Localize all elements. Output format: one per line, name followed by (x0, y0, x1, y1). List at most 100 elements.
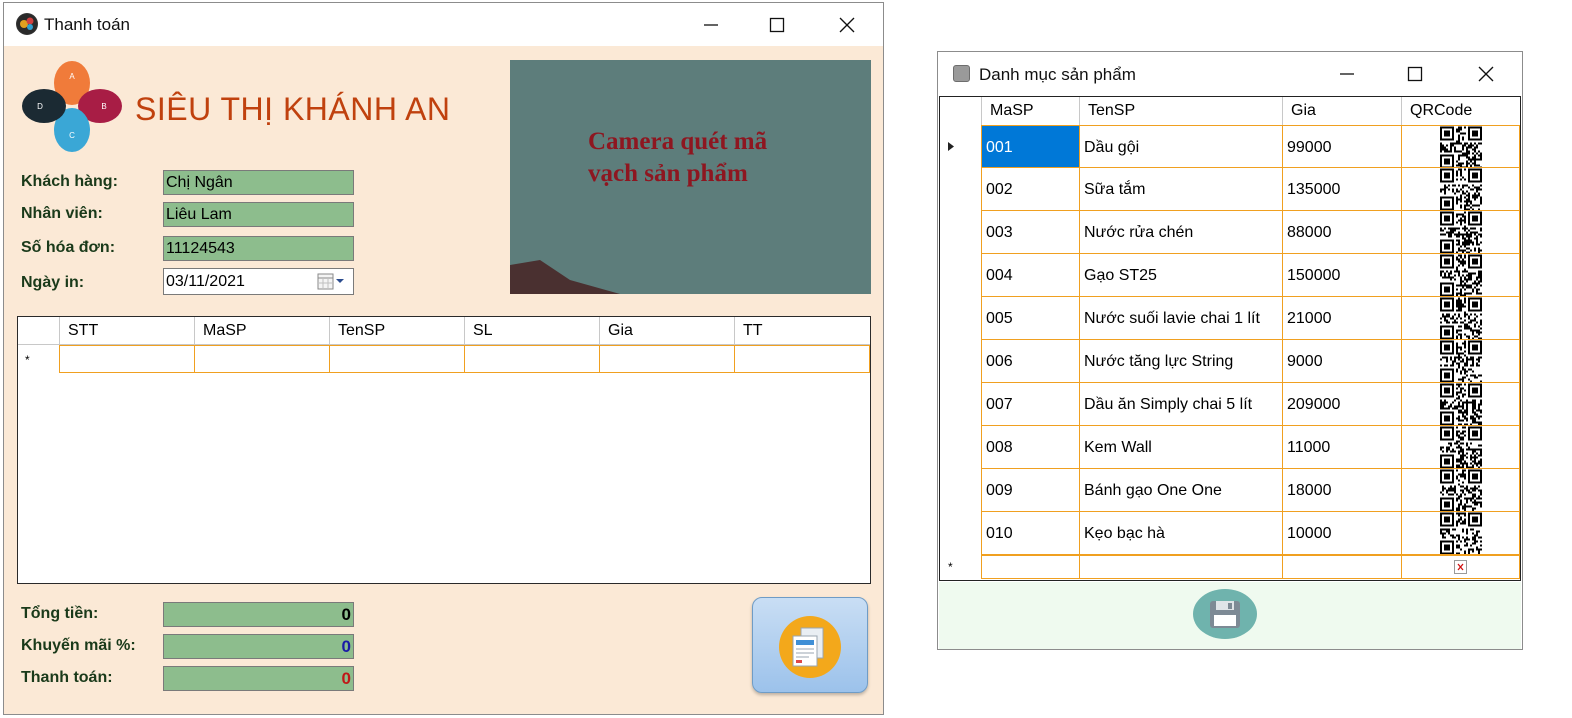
cell-qrcode[interactable] (1401, 254, 1520, 297)
table-row[interactable]: 010 Kẹo bạc hà 10000 (940, 512, 1520, 555)
col-stt[interactable]: STT (59, 317, 194, 345)
save-button[interactable] (1193, 589, 1257, 639)
payment-titlebar[interactable]: Thanh toán (4, 3, 883, 46)
cell-tensp[interactable]: Nước rửa chén (1079, 211, 1282, 254)
order-grid[interactable]: STT MaSP TenSP SL Gia TT * (17, 316, 871, 584)
table-row[interactable]: 009 Bánh gạo One One 18000 (940, 469, 1520, 512)
cell-masp[interactable]: 006 (981, 340, 1079, 383)
row-header[interactable] (940, 168, 981, 211)
cell-tensp[interactable]: Nước tăng lực String (1079, 340, 1282, 383)
cell-masp[interactable]: 005 (981, 297, 1079, 340)
row-header[interactable] (940, 125, 981, 168)
col-tensp[interactable]: TenSP (329, 317, 464, 345)
cell-tensp[interactable]: Sữa tắm (1079, 168, 1282, 211)
row-header[interactable] (940, 340, 981, 383)
row-header[interactable] (940, 383, 981, 426)
col-tensp[interactable]: TenSP (1079, 97, 1282, 125)
total-field[interactable]: 0 (163, 602, 354, 627)
table-cell[interactable] (734, 345, 870, 373)
col-masp[interactable]: MaSP (194, 317, 329, 345)
cell-masp[interactable]: 009 (981, 469, 1079, 512)
col-sl[interactable]: SL (464, 317, 599, 345)
table-row[interactable]: 005 Nước suối lavie chai 1 lít 21000 (940, 297, 1520, 340)
cell-gia[interactable]: 10000 (1282, 512, 1401, 555)
minimize-button[interactable] (1312, 52, 1382, 95)
cell-masp[interactable]: 003 (981, 211, 1079, 254)
cell-gia[interactable]: 209000 (1282, 383, 1401, 426)
col-qrcode[interactable]: QRCode (1401, 97, 1520, 125)
staff-field[interactable]: Liêu Lam (163, 202, 354, 227)
row-header[interactable] (940, 254, 981, 297)
col-gia[interactable]: Gia (1282, 97, 1401, 125)
cell-gia[interactable]: 150000 (1282, 254, 1401, 297)
cell-qrcode[interactable] (1401, 469, 1520, 512)
cell-gia[interactable]: 9000 (1282, 340, 1401, 383)
pay-field[interactable]: 0 (163, 666, 354, 691)
discount-field[interactable]: 0 (163, 634, 354, 659)
cell-masp[interactable]: 008 (981, 426, 1079, 469)
table-cell[interactable] (981, 555, 1079, 579)
table-cell[interactable] (599, 345, 734, 373)
cell-gia[interactable]: 21000 (1282, 297, 1401, 340)
table-row[interactable]: 008 Kem Wall 11000 (940, 426, 1520, 469)
catalog-titlebar[interactable]: Danh mục sản phẩm (938, 52, 1522, 96)
table-cell[interactable] (464, 345, 599, 373)
product-grid[interactable]: MaSP TenSP Gia QRCode 001 Dầu gội 99000 002… (939, 96, 1521, 581)
cell-gia[interactable]: 11000 (1282, 426, 1401, 469)
table-cell[interactable] (329, 345, 464, 373)
table-row[interactable]: 004 Gạo ST25 150000 (940, 254, 1520, 297)
col-masp[interactable]: MaSP (981, 97, 1079, 125)
cell-qrcode[interactable] (1401, 168, 1520, 211)
cell-tensp[interactable]: Gạo ST25 (1079, 254, 1282, 297)
table-cell[interactable] (1401, 555, 1520, 579)
cell-tensp[interactable]: Dầu gội (1079, 125, 1282, 168)
cell-masp[interactable]: 004 (981, 254, 1079, 297)
table-cell[interactable] (59, 345, 194, 373)
maximize-button[interactable] (1380, 52, 1450, 95)
table-row[interactable]: 007 Dầu ăn Simply chai 5 lít 209000 (940, 383, 1520, 426)
row-header[interactable] (940, 512, 981, 555)
cell-masp[interactable]: 007 (981, 383, 1079, 426)
cell-qrcode[interactable] (1401, 125, 1520, 168)
cell-gia[interactable]: 18000 (1282, 469, 1401, 512)
print-invoice-button[interactable] (752, 597, 868, 693)
cell-qrcode[interactable] (1401, 512, 1520, 555)
calendar-dropdown-icon[interactable] (317, 273, 347, 290)
date-picker[interactable]: 03/11/2021 (163, 268, 354, 295)
cell-qrcode[interactable] (1401, 297, 1520, 340)
cell-gia[interactable]: 135000 (1282, 168, 1401, 211)
table-row[interactable]: 006 Nước tăng lực String 9000 (940, 340, 1520, 383)
table-row[interactable]: 002 Sữa tắm 135000 (940, 168, 1520, 211)
row-header[interactable] (940, 211, 981, 254)
product-new-row[interactable]: * (940, 555, 1520, 579)
col-tt[interactable]: TT (734, 317, 870, 345)
cell-tensp[interactable]: Bánh gạo One One (1079, 469, 1282, 512)
close-button[interactable] (812, 3, 882, 46)
row-header[interactable] (940, 297, 981, 340)
table-cell[interactable] (194, 345, 329, 373)
cell-tensp[interactable]: Dầu ăn Simply chai 5 lít (1079, 383, 1282, 426)
cell-tensp[interactable]: Nước suối lavie chai 1 lít (1079, 297, 1282, 340)
minimize-button[interactable] (676, 3, 746, 46)
row-header[interactable] (940, 469, 981, 512)
cell-qrcode[interactable] (1401, 383, 1520, 426)
table-row[interactable]: 001 Dầu gội 99000 (940, 125, 1520, 168)
cell-tensp[interactable]: Kẹo bạc hà (1079, 512, 1282, 555)
customer-field[interactable]: Chị Ngân (163, 170, 354, 195)
cell-gia[interactable]: 88000 (1282, 211, 1401, 254)
invoice-field[interactable]: 11124543 (163, 236, 354, 261)
table-cell[interactable] (1282, 555, 1401, 579)
order-new-row[interactable]: * (18, 345, 870, 373)
row-header[interactable] (940, 426, 981, 469)
close-button[interactable] (1451, 52, 1521, 95)
cell-masp[interactable]: 002 (981, 168, 1079, 211)
cell-qrcode[interactable] (1401, 211, 1520, 254)
cell-qrcode[interactable] (1401, 340, 1520, 383)
col-gia[interactable]: Gia (599, 317, 734, 345)
maximize-button[interactable] (742, 3, 812, 46)
table-cell[interactable] (1079, 555, 1282, 579)
table-row[interactable]: 003 Nước rửa chén 88000 (940, 211, 1520, 254)
cell-gia[interactable]: 99000 (1282, 125, 1401, 168)
cell-qrcode[interactable] (1401, 426, 1520, 469)
cell-masp[interactable]: 010 (981, 512, 1079, 555)
